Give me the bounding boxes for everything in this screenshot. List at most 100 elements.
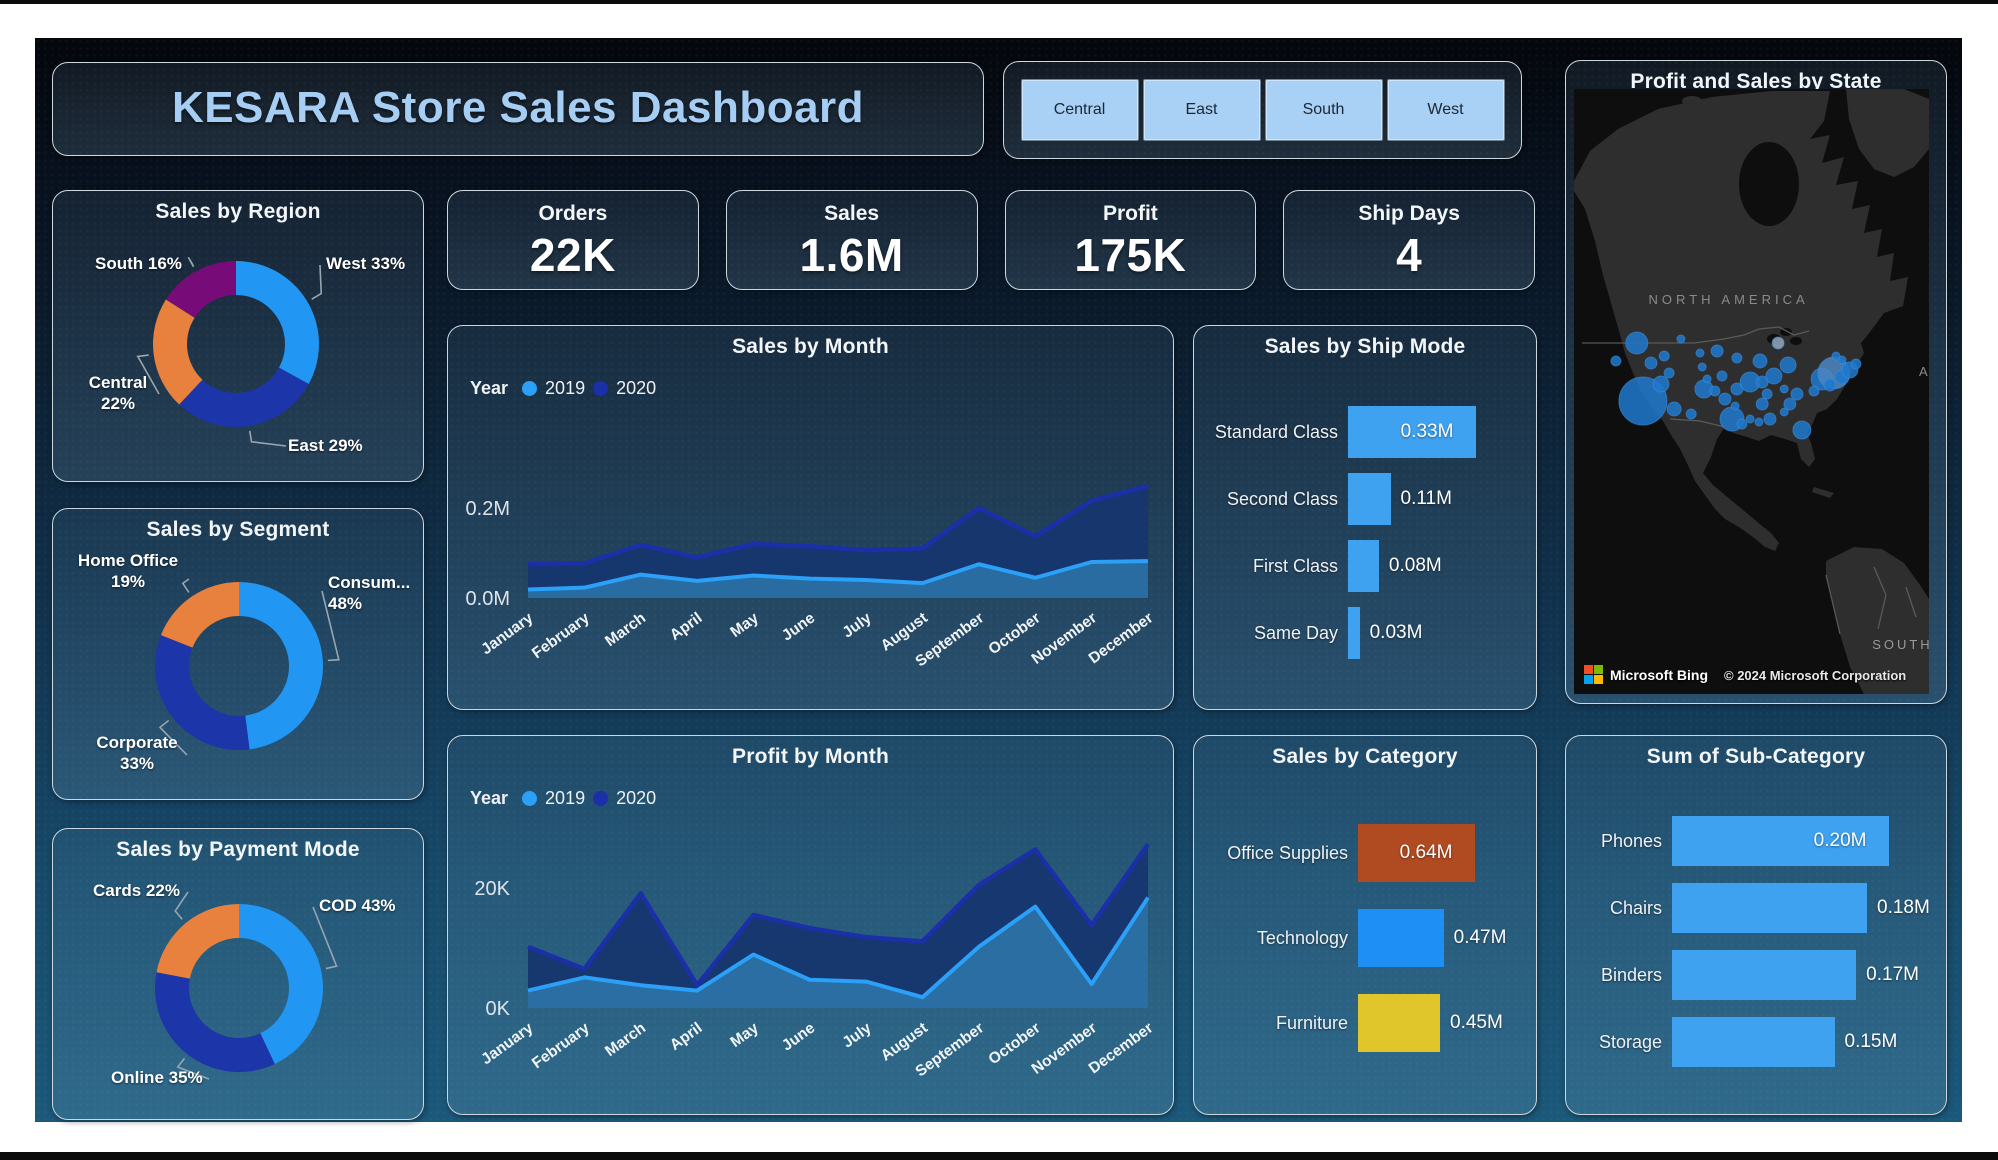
bar[interactable] [1348,473,1391,525]
filter-button-west[interactable]: West [1387,79,1505,141]
window-top-edge [0,0,1998,4]
slice-label: West 33% [326,253,416,274]
bar-value-label: 0.33M [1401,421,1454,443]
map-bubble[interactable] [1824,379,1836,391]
bar-value-label: 0.15M [1845,1031,1898,1053]
bar-value-label: 0.08M [1389,555,1442,577]
kpi-card-sales[interactable]: Sales 1.6M [726,190,978,290]
map-bubble[interactable] [1719,393,1731,405]
filter-button-south[interactable]: South [1265,79,1383,141]
bar-value-label: 0.17M [1866,964,1919,986]
map-bubble[interactable] [1696,349,1704,357]
map-bubble-layer[interactable] [1574,89,1929,694]
sales-by-segment-chart[interactable]: Sales by Segment Consum...48%Corporate33… [52,508,424,800]
bar[interactable] [1358,994,1440,1052]
map-bubble[interactable] [1737,419,1747,429]
map-bubble[interactable] [1762,389,1772,399]
x-axis-label: February [529,1019,593,1072]
map-bubble[interactable] [1686,409,1696,419]
y-axis-label: 0K [486,998,511,1020]
title-panel: KESARA Store Sales Dashboard [52,62,984,156]
map-bubble[interactable] [1746,415,1754,423]
kpi-label: Ship Days [1284,202,1534,226]
map-bubble[interactable] [1664,368,1674,378]
profit-by-month-chart[interactable]: Profit by Month Year 2019 2020 0K20KJanu… [447,735,1174,1115]
map-bubble[interactable] [1667,402,1681,416]
dashboard-canvas: KESARA Store Sales Dashboard Central Eas… [35,38,1962,1122]
bar-category-label: First Class [1208,556,1338,577]
donut-slice-online[interactable] [155,972,275,1072]
map-bubble[interactable] [1710,386,1720,396]
map-bubble[interactable] [1780,385,1788,393]
sales-by-payment-mode-chart[interactable]: Sales by Payment Mode COD 43%Online 35%C… [52,828,424,1120]
sum-of-sub-category-chart[interactable]: Sum of Sub-Category Phones0.20MChairs0.1… [1565,735,1947,1115]
map-bubble[interactable] [1793,421,1811,439]
slice-label: Central22% [81,372,155,415]
y-axis-label: 20K [474,878,510,900]
leader-line [312,265,321,299]
kpi-card-orders[interactable]: Orders 22K [447,190,699,290]
bar-track: 0.20M [1672,816,1932,866]
bar[interactable] [1672,883,1867,933]
map-bubble[interactable] [1809,386,1819,396]
map-bubble[interactable] [1698,363,1706,371]
sales-by-month-chart[interactable]: Sales by Month Year 2019 2020 0.0M0.2MJa… [447,325,1174,710]
bar-row-phones: Phones0.20M [1580,816,1932,866]
page-title: KESARA Store Sales Dashboard [53,63,983,153]
chart-title: Sales by Ship Mode [1194,335,1536,359]
area-chart-svg[interactable]: 0.0M0.2MJanuaryFebruaryMarchAprilMayJune… [448,326,1173,709]
microsoft-logo-icon [1584,665,1603,684]
donut-slice-cards[interactable] [156,904,239,979]
x-axis-label: May [727,609,762,641]
map-bubble[interactable] [1677,335,1685,343]
map-bubble[interactable] [1611,356,1621,366]
map-bubble[interactable] [1626,332,1648,354]
map-bubble[interactable] [1764,413,1776,425]
map-bubble[interactable] [1780,357,1796,373]
bar[interactable] [1348,540,1379,592]
bar[interactable] [1348,607,1360,659]
map-bubble[interactable] [1772,337,1784,349]
bar-value-label: 0.47M [1454,927,1507,949]
kpi-value: 22K [448,228,698,282]
bar-track: 0.11M [1348,473,1522,525]
map-bubble[interactable] [1653,376,1669,392]
kpi-card-ship-days[interactable]: Ship Days 4 [1283,190,1535,290]
bar-category-label: Chairs [1580,898,1662,919]
filter-button-east[interactable]: East [1143,79,1261,141]
bar[interactable] [1672,1017,1835,1067]
map-bubble[interactable] [1756,398,1768,410]
map-bubble[interactable] [1851,359,1861,369]
y-axis-label: 0.2M [466,498,510,520]
sales-by-ship-mode-chart[interactable]: Sales by Ship Mode Standard Class0.33MSe… [1193,325,1537,710]
sales-by-region-chart[interactable]: Sales by Region West 33%East 29%Central2… [52,190,424,482]
bar-track: 0.17M [1672,950,1932,1000]
donut-slice-consumer[interactable] [239,582,323,749]
map-panel[interactable]: Profit and Sales by State [1565,60,1947,704]
map-bubble[interactable] [1766,368,1782,384]
map-bubble[interactable] [1659,351,1669,361]
map-bubble[interactable] [1645,357,1657,369]
bar[interactable] [1672,950,1856,1000]
bing-attribution-row: Microsoft Bing [1584,665,1708,684]
area-chart-svg[interactable]: 0K20KJanuaryFebruaryMarchAprilMayJuneJul… [448,736,1173,1114]
donut-svg[interactable] [53,829,423,1119]
map-bubble[interactable] [1791,388,1803,400]
map-bubble[interactable] [1755,418,1763,426]
sales-by-category-chart[interactable]: Sales by Category Office Supplies0.64MTe… [1193,735,1537,1115]
map-bubble[interactable] [1717,371,1727,381]
x-axis-label: February [529,609,593,662]
donut-slice-west[interactable] [236,261,319,384]
map-bubble[interactable] [1753,354,1767,368]
filter-button-central[interactable]: Central [1021,79,1139,141]
map-bubble[interactable] [1711,345,1723,357]
bar[interactable] [1358,909,1444,967]
kpi-card-profit[interactable]: Profit 175K [1005,190,1257,290]
map-bubble[interactable] [1732,353,1742,363]
map-bubble[interactable] [1832,352,1840,360]
map-bubble[interactable] [1731,402,1739,410]
x-axis-label: December [1086,1019,1157,1077]
map-bubble[interactable] [1703,375,1711,383]
bing-map[interactable]: NORTH AMERICA SOUTH A Microsoft Bing © 2… [1574,89,1929,694]
bar-category-label: Second Class [1208,489,1338,510]
